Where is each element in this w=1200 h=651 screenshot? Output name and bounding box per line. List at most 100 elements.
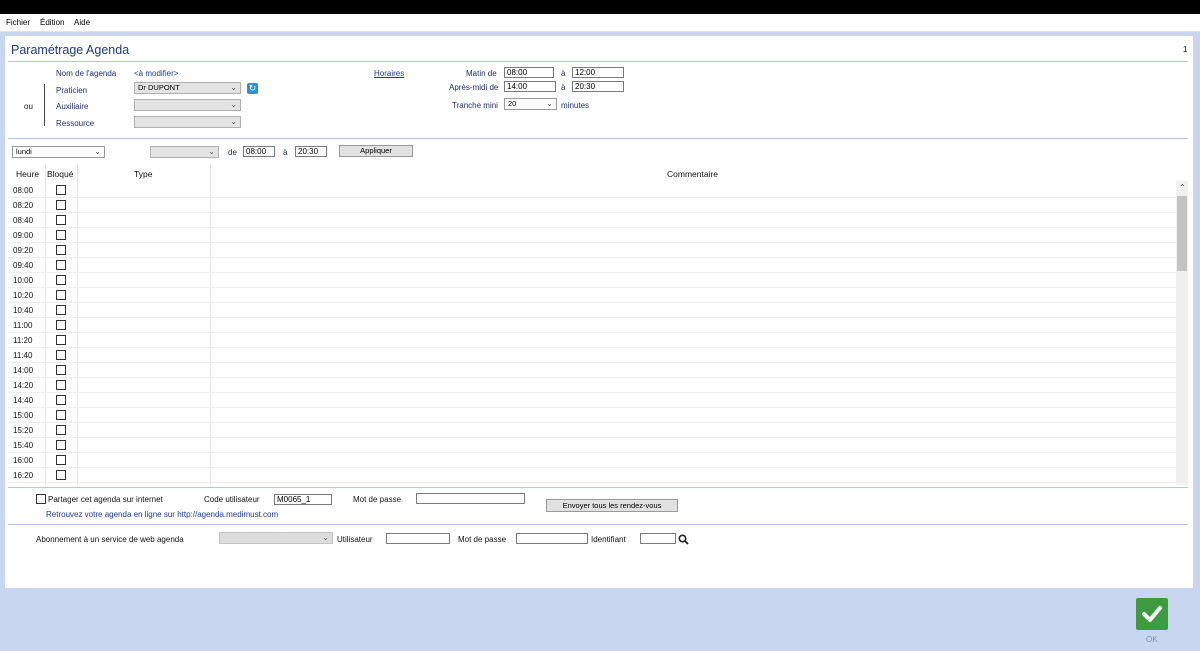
- apres-midi-to-input[interactable]: 20:30: [572, 81, 624, 92]
- table-row[interactable]: 14:20: [8, 378, 1176, 393]
- table-row[interactable]: 09:40: [8, 258, 1176, 273]
- table-row[interactable]: 08:40: [8, 213, 1176, 228]
- share-checkbox[interactable]: [36, 494, 46, 504]
- row-hour: 10:40: [13, 306, 34, 315]
- share-divider: [8, 524, 1188, 525]
- matin-from-input[interactable]: 08:00: [504, 67, 554, 78]
- praticien-select[interactable]: Dr DUPONT ⌄: [134, 82, 241, 94]
- table-row[interactable]: 16:20: [8, 468, 1176, 483]
- blocked-checkbox[interactable]: [56, 455, 66, 465]
- window-top-bar: [0, 0, 1200, 14]
- online-agenda-info[interactable]: Retrouvez votre agenda en ligne sur http…: [46, 510, 278, 519]
- web-password-input[interactable]: [516, 533, 588, 544]
- blocked-checkbox[interactable]: [56, 320, 66, 330]
- search-icon[interactable]: [678, 534, 689, 545]
- ressource-select[interactable]: ⌄: [134, 116, 241, 128]
- row-hour: 15:40: [13, 441, 34, 450]
- table-row[interactable]: 11:20: [8, 333, 1176, 348]
- minutes-label: minutes: [561, 101, 590, 110]
- tranche-select[interactable]: 20 ⌄: [504, 98, 557, 110]
- blocked-checkbox[interactable]: [56, 440, 66, 450]
- day-value: lundi: [16, 147, 32, 156]
- blocked-checkbox[interactable]: [56, 215, 66, 225]
- table-row[interactable]: 08:20: [8, 198, 1176, 213]
- apres-midi-from-input[interactable]: 14:00: [504, 81, 556, 92]
- blocked-checkbox[interactable]: [56, 380, 66, 390]
- horaires-link[interactable]: Horaires: [374, 69, 404, 78]
- blocked-checkbox[interactable]: [56, 260, 66, 270]
- scroll-up-icon[interactable]: ⌃: [1179, 183, 1186, 192]
- send-all-appointments-button[interactable]: Envoyer tous les rendez-vous: [546, 499, 678, 512]
- agenda-name-value[interactable]: <à modifier>: [134, 69, 178, 78]
- apply-button[interactable]: Appliquer: [339, 145, 413, 157]
- column-header-type[interactable]: Type: [134, 169, 152, 179]
- matin-label: Matin de: [466, 69, 497, 78]
- row-hour: 09:20: [13, 246, 34, 255]
- user-code-input[interactable]: M0065_1: [274, 494, 332, 505]
- row-hour: 11:00: [13, 321, 33, 330]
- ressource-label: Ressource: [56, 119, 95, 128]
- blocked-checkbox[interactable]: [56, 350, 66, 360]
- matin-a-label: à: [561, 69, 566, 78]
- table-row[interactable]: 10:40: [8, 303, 1176, 318]
- blocked-checkbox[interactable]: [56, 395, 66, 405]
- menu-aide[interactable]: Aide: [74, 18, 90, 27]
- blocked-checkbox[interactable]: [56, 230, 66, 240]
- blocked-checkbox[interactable]: [56, 200, 66, 210]
- blocked-checkbox[interactable]: [56, 425, 66, 435]
- table-row[interactable]: 10:00: [8, 273, 1176, 288]
- table-row[interactable]: 09:00: [8, 228, 1176, 243]
- row-hour: 10:20: [13, 291, 34, 300]
- table-row[interactable]: 16:00: [8, 453, 1176, 468]
- web-user-label: Utilisateur: [337, 535, 373, 544]
- table-row[interactable]: 11:00: [8, 318, 1176, 333]
- row-hour: 11:40: [13, 351, 33, 360]
- table-row[interactable]: 15:00: [8, 408, 1176, 423]
- type-select[interactable]: ⌄: [150, 146, 219, 158]
- menu-edition[interactable]: Édition: [40, 18, 64, 27]
- column-header-heure[interactable]: Heure: [16, 169, 39, 179]
- table-row[interactable]: 14:00: [8, 363, 1176, 378]
- blocked-checkbox[interactable]: [56, 245, 66, 255]
- apres-midi-label: Après-midi de: [449, 83, 499, 92]
- table-row[interactable]: 15:20: [8, 423, 1176, 438]
- menu-fichier[interactable]: Fichier: [6, 18, 30, 27]
- row-hour: 10:00: [13, 276, 34, 285]
- filter-from-input[interactable]: 08:00: [243, 146, 275, 157]
- blocked-checkbox[interactable]: [56, 275, 66, 285]
- scrollbar-thumb[interactable]: [1177, 196, 1187, 271]
- web-id-input[interactable]: [640, 533, 676, 544]
- table-row[interactable]: 09:20: [8, 243, 1176, 258]
- blocked-checkbox[interactable]: [56, 290, 66, 300]
- tranche-label: Tranche mini: [452, 101, 498, 110]
- auxiliaire-select[interactable]: ⌄: [134, 99, 241, 111]
- ok-label: OK: [1146, 635, 1158, 644]
- blocked-checkbox[interactable]: [56, 410, 66, 420]
- share-password-input[interactable]: [416, 493, 525, 504]
- blocked-checkbox[interactable]: [56, 185, 66, 195]
- web-user-input[interactable]: [386, 533, 450, 544]
- filter-to-input[interactable]: 20:30: [295, 146, 327, 157]
- table-row[interactable]: 08:00: [8, 183, 1176, 198]
- blocked-checkbox[interactable]: [56, 335, 66, 345]
- table-row[interactable]: 11:40: [8, 348, 1176, 363]
- auxiliaire-label: Auxiliaire: [56, 102, 89, 111]
- web-service-select[interactable]: ⌄: [219, 532, 333, 544]
- table-row[interactable]: 15:40: [8, 438, 1176, 453]
- blocked-checkbox[interactable]: [56, 470, 66, 480]
- row-hour: 14:40: [13, 396, 34, 405]
- table-row[interactable]: 14:40: [8, 393, 1176, 408]
- chevron-down-icon: ⌄: [230, 83, 237, 92]
- table-row[interactable]: 10:20: [8, 288, 1176, 303]
- day-select[interactable]: lundi ⌄: [12, 146, 105, 158]
- blocked-checkbox[interactable]: [56, 305, 66, 315]
- column-header-bloque[interactable]: Bloqué: [47, 169, 73, 179]
- ok-button[interactable]: [1136, 598, 1168, 630]
- refresh-icon[interactable]: ↻: [247, 83, 258, 94]
- chevron-down-icon: ⌄: [230, 100, 237, 109]
- column-header-commentaire[interactable]: Commentaire: [667, 169, 718, 179]
- blocked-checkbox[interactable]: [56, 365, 66, 375]
- checkmark-icon: [1142, 606, 1162, 622]
- share-checkbox-label: Partager cet agenda sur internet: [48, 495, 163, 504]
- matin-to-input[interactable]: 12:00: [572, 67, 624, 78]
